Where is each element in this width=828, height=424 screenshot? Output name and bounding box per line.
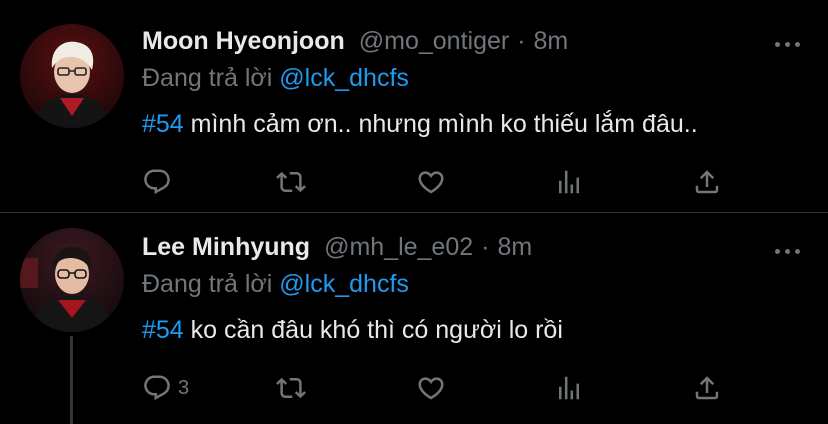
tweet-header: Lee Minhyung @mh_le_e02 · 8m (142, 233, 532, 262)
display-name[interactable]: Moon Hyeonjoon (142, 27, 345, 56)
divider (0, 212, 828, 213)
replying-prefix: Đang trả lời (142, 64, 273, 92)
share-button[interactable] (692, 166, 722, 198)
tweet-body: ko cần đâu khó thì có người lo rồi (183, 316, 563, 344)
reply-icon (144, 169, 170, 195)
tweet[interactable]: Lee Minhyung @mh_le_e02 · 8m Đang trả lờ… (0, 214, 828, 424)
tweet-text: #54 ko cần đâu khó thì có người lo rồi (142, 316, 563, 345)
reply-count: 3 (178, 376, 190, 399)
analytics-icon (559, 376, 579, 400)
handle[interactable]: @mo_ontiger (359, 27, 509, 56)
reply-button[interactable] (142, 166, 178, 198)
replying-to: Đang trả lời @lck_dhcfs (142, 64, 409, 93)
more-icon[interactable] (775, 249, 800, 254)
mention-link[interactable]: @lck_dhcfs (279, 64, 409, 92)
like-button[interactable] (416, 166, 446, 198)
reply-button[interactable]: 3 (142, 372, 189, 404)
more-icon[interactable] (775, 42, 800, 47)
timestamp[interactable]: 8m (497, 233, 532, 262)
analytics-button[interactable] (554, 372, 584, 404)
tweet-header: Moon Hyeonjoon @mo_ontiger · 8m (142, 27, 568, 56)
analytics-icon (559, 170, 579, 194)
analytics-button[interactable] (554, 166, 584, 198)
handle[interactable]: @mh_le_e02 (324, 233, 473, 262)
action-bar: 3 (142, 372, 742, 404)
replying-prefix: Đang trả lời (142, 270, 273, 298)
action-bar (142, 166, 742, 198)
like-button[interactable] (416, 372, 446, 404)
hashtag-link[interactable]: #54 (142, 110, 184, 138)
tweet-text: #54 mình cảm ơn.. nhưng mình ko thiếu lắ… (142, 110, 698, 139)
tweet-body: mình cảm ơn.. nhưng mình ko thiếu lắm đâ… (183, 110, 698, 138)
timestamp[interactable]: 8m (534, 27, 569, 56)
mention-link[interactable]: @lck_dhcfs (279, 270, 409, 298)
like-icon (418, 377, 444, 400)
separator-dot: · (517, 27, 526, 55)
like-icon (418, 171, 444, 194)
thread-line (70, 336, 73, 424)
retweet-button[interactable] (276, 166, 306, 198)
display-name[interactable]: Lee Minhyung (142, 233, 310, 262)
avatar[interactable] (20, 24, 124, 128)
share-icon (695, 170, 719, 194)
retweet-button[interactable] (276, 372, 306, 404)
separator-dot: · (481, 233, 490, 261)
retweet-icon (276, 171, 306, 193)
share-button[interactable] (692, 372, 722, 404)
share-icon (695, 376, 719, 400)
replying-to: Đang trả lời @lck_dhcfs (142, 270, 409, 299)
retweet-icon (276, 377, 306, 399)
hashtag-link[interactable]: #54 (142, 316, 184, 344)
avatar[interactable] (20, 228, 124, 332)
reply-icon (144, 375, 170, 401)
tweet[interactable]: Moon Hyeonjoon @mo_ontiger · 8m Đang trả… (0, 0, 828, 212)
